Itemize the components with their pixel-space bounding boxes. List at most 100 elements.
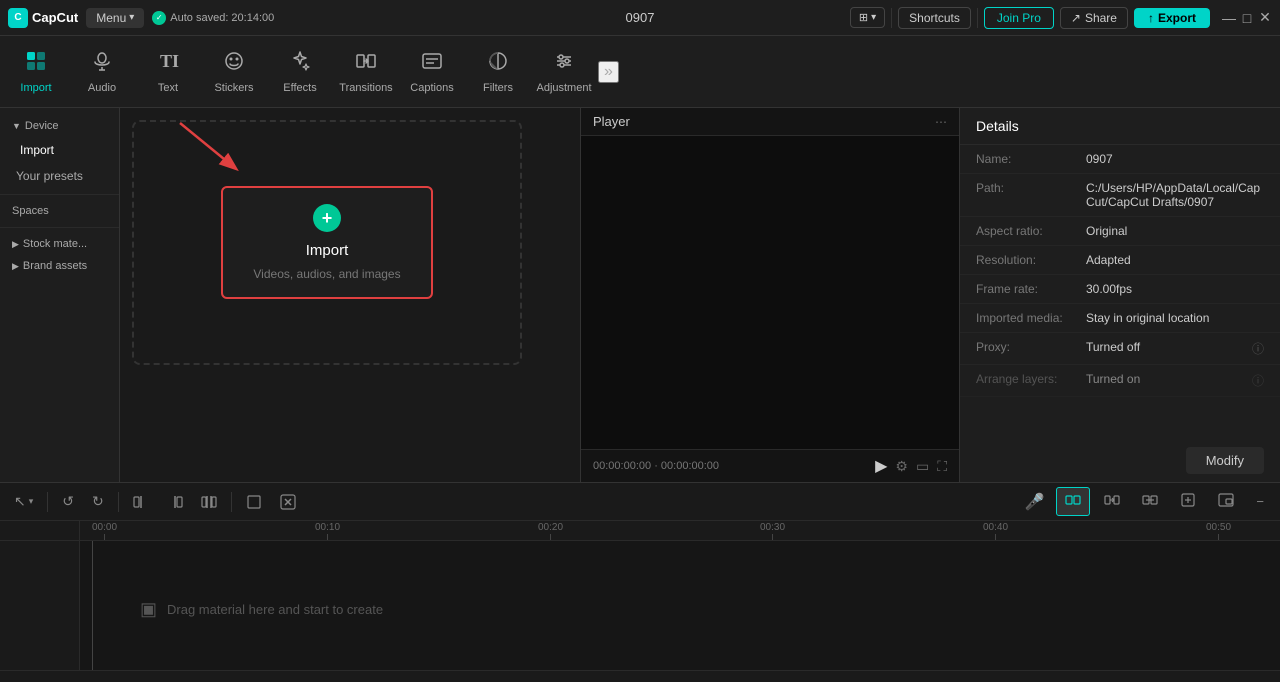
import-button[interactable]: + Import Videos, audios, and images <box>221 186 432 299</box>
tool-audio[interactable]: Audio <box>70 40 134 104</box>
select-tool-button[interactable]: ↖ ▾ <box>8 489 39 514</box>
ruler-mark-5: 00:50 <box>1206 522 1231 540</box>
timeline-clip-vol-btn[interactable] <box>1134 487 1166 516</box>
toolbar-more-button[interactable]: » <box>598 61 619 83</box>
sidebar-item-stock[interactable]: ▶ Stock mate... <box>0 234 119 254</box>
minimize-button[interactable]: — <box>1222 11 1236 25</box>
sidebar: ▼ Device Import Your presets Spaces ▶ St… <box>0 108 120 482</box>
tool-transitions[interactable]: Transitions <box>334 40 398 104</box>
arrange-info-icon[interactable]: ⓘ <box>1252 372 1264 389</box>
timeline-scrollbar[interactable] <box>0 670 1280 682</box>
detail-row-framerate: Frame rate: 30.00fps <box>960 275 1280 304</box>
player-controls: 00:00:00:00 · 00:00:00:00 ▶ ⚙ ▭ ⛶ <box>581 449 959 482</box>
crop-icon <box>246 494 262 510</box>
menu-button[interactable]: Menu ▾ <box>86 8 144 28</box>
timeline-pip-btn[interactable] <box>1210 487 1242 516</box>
pip-icon <box>1218 492 1234 508</box>
tool-effects[interactable]: Effects <box>268 40 332 104</box>
timeline-transition-icon <box>1104 492 1120 508</box>
sidebar-item-spaces[interactable]: Spaces <box>0 201 119 221</box>
import-subtitle: Videos, audios, and images <box>253 267 400 281</box>
timeline-tracks: ▣ Drag material here and start to create <box>80 541 1280 670</box>
detail-value-resolution: Adapted <box>1086 253 1264 267</box>
share-button[interactable]: ↗ Share <box>1060 7 1128 29</box>
adjustment-icon <box>553 50 575 78</box>
sidebar-item-import[interactable]: Import <box>0 138 119 162</box>
sidebar-presets-label: Your presets <box>16 169 83 183</box>
sidebar-item-brand[interactable]: ▶ Brand assets <box>0 256 119 276</box>
shortcuts-label: Shortcuts <box>909 11 960 25</box>
stickers-icon <box>223 50 245 78</box>
sidebar-brand-label: Brand assets <box>23 260 87 272</box>
split-left-button[interactable] <box>127 490 155 514</box>
mic-button[interactable]: 🎤 <box>1018 488 1050 516</box>
tool-text[interactable]: TI Text <box>136 40 200 104</box>
sidebar-stock-label: Stock mate... <box>23 238 87 250</box>
content-area: + Import Videos, audios, and images <box>120 108 580 482</box>
split-right-button[interactable] <box>161 490 189 514</box>
player-menu-icon[interactable]: ⋯ <box>935 115 947 129</box>
split-both-button[interactable] <box>195 490 223 514</box>
transitions-icon <box>355 50 377 78</box>
device-arrow-icon: ▼ <box>12 121 21 131</box>
play-button[interactable]: ▶ <box>875 456 887 476</box>
detail-value-arrange: Turned on <box>1086 372 1248 389</box>
timeline-zoom-btn[interactable] <box>1172 487 1204 516</box>
crop-button[interactable] <box>240 490 268 514</box>
timeline-track-labels <box>0 541 80 670</box>
monitor-icon: ⊞ <box>859 11 868 24</box>
tool-stickers[interactable]: Stickers <box>202 40 266 104</box>
player-aspect-icon[interactable]: ▭ <box>916 458 929 475</box>
window-controls: — □ ✕ <box>1222 11 1272 25</box>
details-scroll: Name: 0907 Path: C:/Users/HP/AppData/Loc… <box>960 145 1280 439</box>
time-display: 00:00:00:00 · 00:00:00:00 <box>593 460 867 472</box>
modify-button[interactable]: Modify <box>1186 447 1264 474</box>
ruler-label-0: 00:00 <box>92 522 117 533</box>
ruler-mark-1: 00:10 <box>315 522 340 540</box>
player-fullscreen-icon[interactable]: ⛶ <box>937 458 947 475</box>
share-icon: ↗ <box>1071 11 1081 25</box>
tool-audio-label: Audio <box>88 82 116 94</box>
redo-button[interactable]: ↻ <box>86 489 110 514</box>
tool-import-label: Import <box>20 82 51 94</box>
top-bar: C CapCut Menu ▾ ✓ Auto saved: 20:14:00 0… <box>0 0 1280 36</box>
sidebar-item-device[interactable]: ▼ Device <box>0 116 119 136</box>
monitor-button[interactable]: ⊞ ▾ <box>850 7 885 28</box>
text-icon: TI <box>157 50 179 78</box>
timeline-transition-btn[interactable] <box>1096 487 1128 516</box>
timeline-content: ▣ Drag material here and start to create <box>0 541 1280 670</box>
tool-captions[interactable]: Captions <box>400 40 464 104</box>
timeline-split-clip-btn[interactable] <box>1056 487 1090 516</box>
detail-value-proxy: Turned off <box>1086 340 1248 357</box>
delete-button[interactable] <box>274 490 302 514</box>
ruler-label-3: 00:30 <box>760 522 785 533</box>
sidebar-spaces-label: Spaces <box>12 205 49 217</box>
timeline-zoom-out-btn[interactable]: − <box>1248 487 1272 516</box>
player-title: Player <box>593 114 630 129</box>
detail-label-proxy: Proxy: <box>976 340 1086 357</box>
undo-icon: ↺ <box>62 493 74 510</box>
shortcuts-button[interactable]: Shortcuts <box>898 7 971 29</box>
timeline: ↖ ▾ ↺ ↻ 🎤 <box>0 482 1280 682</box>
detail-row-proxy: Proxy: Turned off ⓘ <box>960 333 1280 365</box>
audio-icon <box>91 50 113 78</box>
tool-import[interactable]: Import <box>4 40 68 104</box>
export-button[interactable]: ↑ Export <box>1134 8 1210 28</box>
maximize-button[interactable]: □ <box>1240 11 1254 25</box>
export-icon: ↑ <box>1148 11 1154 25</box>
player-settings-icon[interactable]: ⚙ <box>895 458 908 475</box>
detail-label-path: Path: <box>976 181 1086 209</box>
close-button[interactable]: ✕ <box>1258 11 1272 25</box>
sidebar-item-presets[interactable]: Your presets <box>0 164 119 188</box>
proxy-info-icon[interactable]: ⓘ <box>1252 340 1264 357</box>
delete-icon <box>280 494 296 510</box>
details-header: Details <box>960 108 1280 145</box>
tool-filters[interactable]: Filters <box>466 40 530 104</box>
tool-adjustment[interactable]: Adjustment <box>532 40 596 104</box>
ruler-label-1: 00:10 <box>315 522 340 533</box>
join-pro-button[interactable]: Join Pro <box>984 7 1054 29</box>
split-both-icon <box>201 494 217 510</box>
share-label: Share <box>1085 11 1117 25</box>
undo-button[interactable]: ↺ <box>56 489 80 514</box>
captions-icon <box>421 50 443 78</box>
